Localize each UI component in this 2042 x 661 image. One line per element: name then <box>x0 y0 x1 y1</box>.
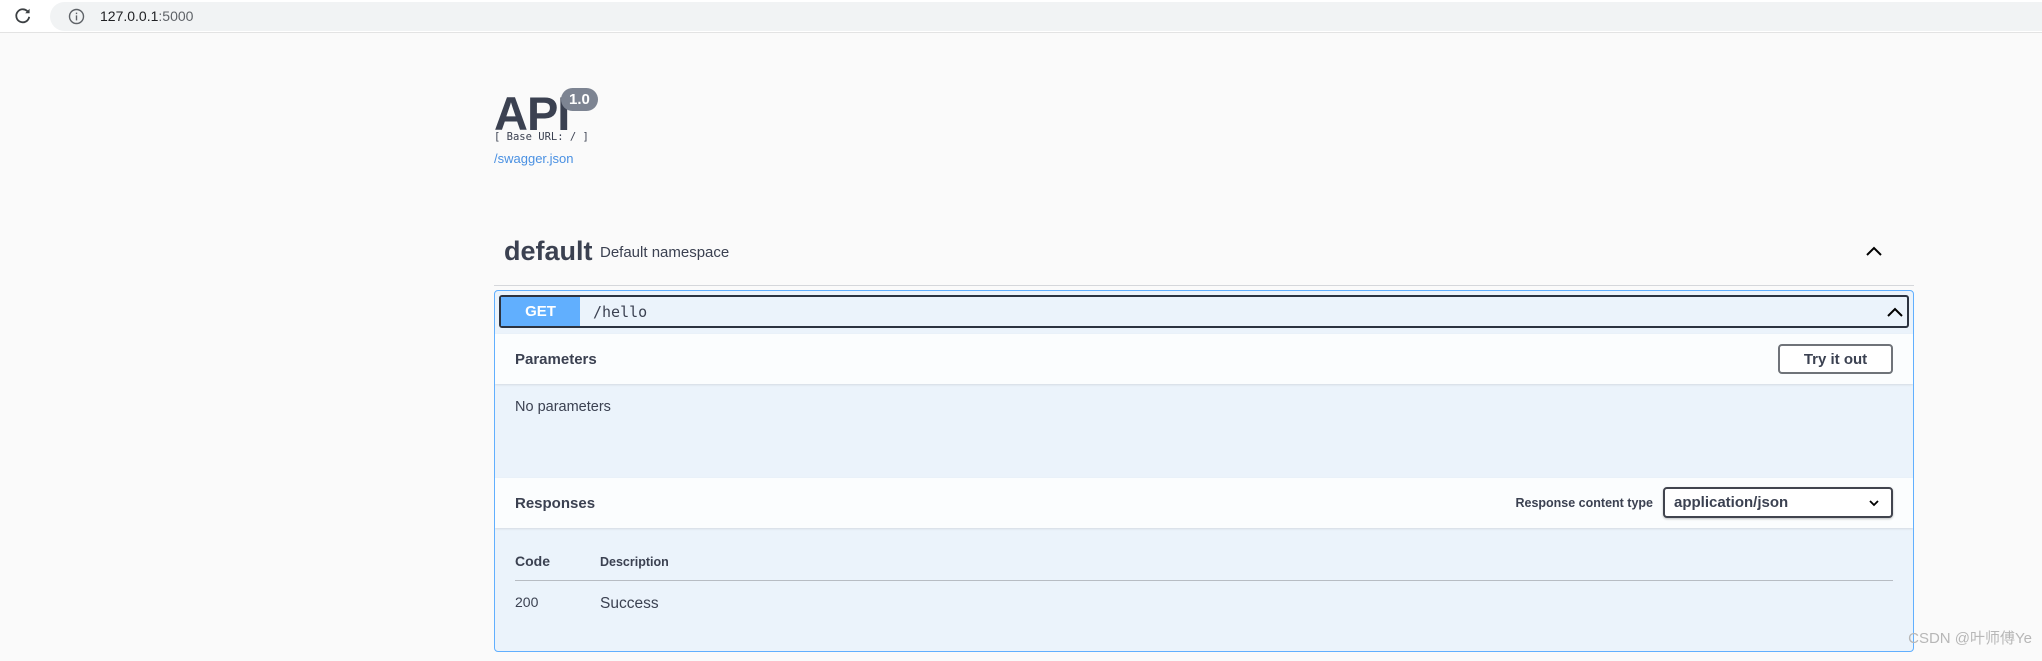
address-bar[interactable] <box>50 2 2042 31</box>
response-content-type-select[interactable]: application/json <box>1663 487 1893 518</box>
chevron-up-icon[interactable] <box>1864 242 1884 262</box>
tag-name: default <box>504 236 593 266</box>
response-content-type-label: Response content type <box>1515 496 1653 510</box>
chevron-down-icon <box>1867 496 1881 510</box>
browser-toolbar: 127.0.0.1:5000 <box>0 0 2042 33</box>
tag-description: Default namespace <box>600 244 730 261</box>
reload-icon[interactable] <box>12 5 34 27</box>
watermark: CSDN @叶师傅Ye <box>1908 630 2032 647</box>
parameters-title: Parameters <box>515 351 597 368</box>
tag-section-header[interactable]: default Default namespace <box>494 228 1914 286</box>
column-header-description: Description <box>600 555 669 569</box>
version-badge: 1.0 <box>561 88 598 111</box>
responses-title: Responses <box>515 495 596 512</box>
operation-summary[interactable]: GET /hello <box>499 295 1909 328</box>
api-info: API 1.0 [ Base URL: / ] /swagger.json <box>494 86 598 166</box>
no-parameters-text: No parameters <box>515 399 611 415</box>
table-divider <box>515 580 1893 581</box>
column-header-code: Code <box>515 553 550 569</box>
try-it-out-button[interactable]: Try it out <box>1778 344 1893 374</box>
response-description: Success <box>600 595 659 612</box>
method-badge: GET <box>501 297 580 326</box>
swagger-json-link[interactable]: /swagger.json <box>494 151 574 166</box>
chevron-up-icon[interactable] <box>1885 302 1905 322</box>
operation-path: /hello <box>593 303 648 321</box>
responses-header: Responses Response content type applicat… <box>495 478 1913 528</box>
url-port: :5000 <box>158 8 194 24</box>
parameters-header: Parameters Try it out <box>495 334 1913 384</box>
response-code: 200 <box>515 594 539 610</box>
address-url[interactable]: 127.0.0.1:5000 <box>100 8 193 24</box>
base-url: [ Base URL: / ] <box>494 131 589 143</box>
url-host: 127.0.0.1 <box>100 8 159 24</box>
info-icon[interactable] <box>68 8 85 25</box>
operation-block: GET /hello Parameters Try it out No para… <box>494 290 1914 652</box>
content-type-value: application/json <box>1674 494 1789 511</box>
